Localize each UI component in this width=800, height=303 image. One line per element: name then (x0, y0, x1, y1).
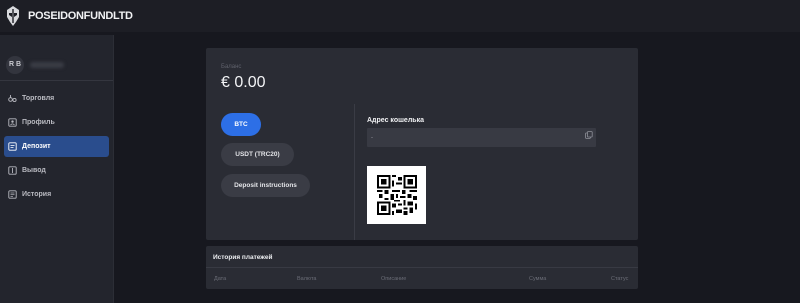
column-header-status[interactable]: Статус (611, 276, 628, 282)
wallet-address-title: Адрес кошелька (367, 117, 424, 124)
avatar[interactable]: R B (6, 55, 24, 74)
brand-name[interactable]: POSEIDONFUNDLTD (28, 10, 133, 22)
btc-button[interactable]: BTC (221, 113, 261, 136)
sidebar-nav: Торговля Профиль Депозит Вывод История (0, 81, 113, 205)
sidebar-item-label: Торговля (22, 95, 55, 102)
column-header-currency[interactable]: Валюта (297, 276, 316, 282)
qr-code-icon (376, 175, 417, 215)
sidebar-item-withdraw[interactable]: Вывод (4, 160, 109, 181)
column-header-description[interactable]: Описание (381, 276, 406, 282)
payment-history-title: История платежей (213, 254, 273, 261)
usdt-trc20-button[interactable]: USDT (TRC20) (221, 143, 294, 166)
poseidon-helmet-icon[interactable] (4, 5, 22, 27)
wallet-address-field[interactable]: - (367, 128, 596, 147)
user-name-redacted (30, 61, 64, 68)
sidebar-item-label: Вывод (22, 167, 46, 174)
qr-code (367, 166, 426, 224)
sidebar-item-history[interactable]: История (4, 184, 109, 205)
profile-icon (8, 118, 17, 127)
sidebar-item-deposit[interactable]: Депозит (4, 136, 109, 157)
balance-label: Баланс (221, 64, 242, 70)
balance-value: € 0.00 (221, 74, 266, 91)
user-info[interactable]: R B (0, 35, 113, 81)
deposit-instructions-button[interactable]: Deposit instructions (221, 174, 310, 197)
sidebar-item-label: История (22, 191, 52, 198)
trading-icon (8, 94, 17, 103)
sidebar-item-label: Депозит (22, 143, 51, 150)
history-divider (206, 267, 638, 268)
top-bar: POSEIDONFUNDLTD (0, 0, 800, 32)
vertical-divider (354, 104, 355, 240)
payment-history-card: История платежей Дата Валюта Описание Су… (206, 246, 638, 289)
sidebar-item-profile[interactable]: Профиль (4, 112, 109, 133)
column-header-date[interactable]: Дата (214, 276, 226, 282)
history-icon (8, 190, 17, 199)
copy-icon[interactable] (585, 131, 593, 139)
wallet-address-value: - (371, 134, 373, 141)
deposit-icon (8, 142, 17, 151)
column-header-amount[interactable]: Сумма (529, 276, 546, 282)
deposit-card: Баланс € 0.00 BTC USDT (TRC20) Deposit i… (206, 48, 638, 240)
sidebar-item-trading[interactable]: Торговля (4, 88, 109, 109)
withdraw-icon (8, 166, 17, 175)
sidebar: R B Торговля Профиль Депозит Вывод Истор… (0, 35, 114, 303)
sidebar-item-label: Профиль (22, 119, 55, 126)
